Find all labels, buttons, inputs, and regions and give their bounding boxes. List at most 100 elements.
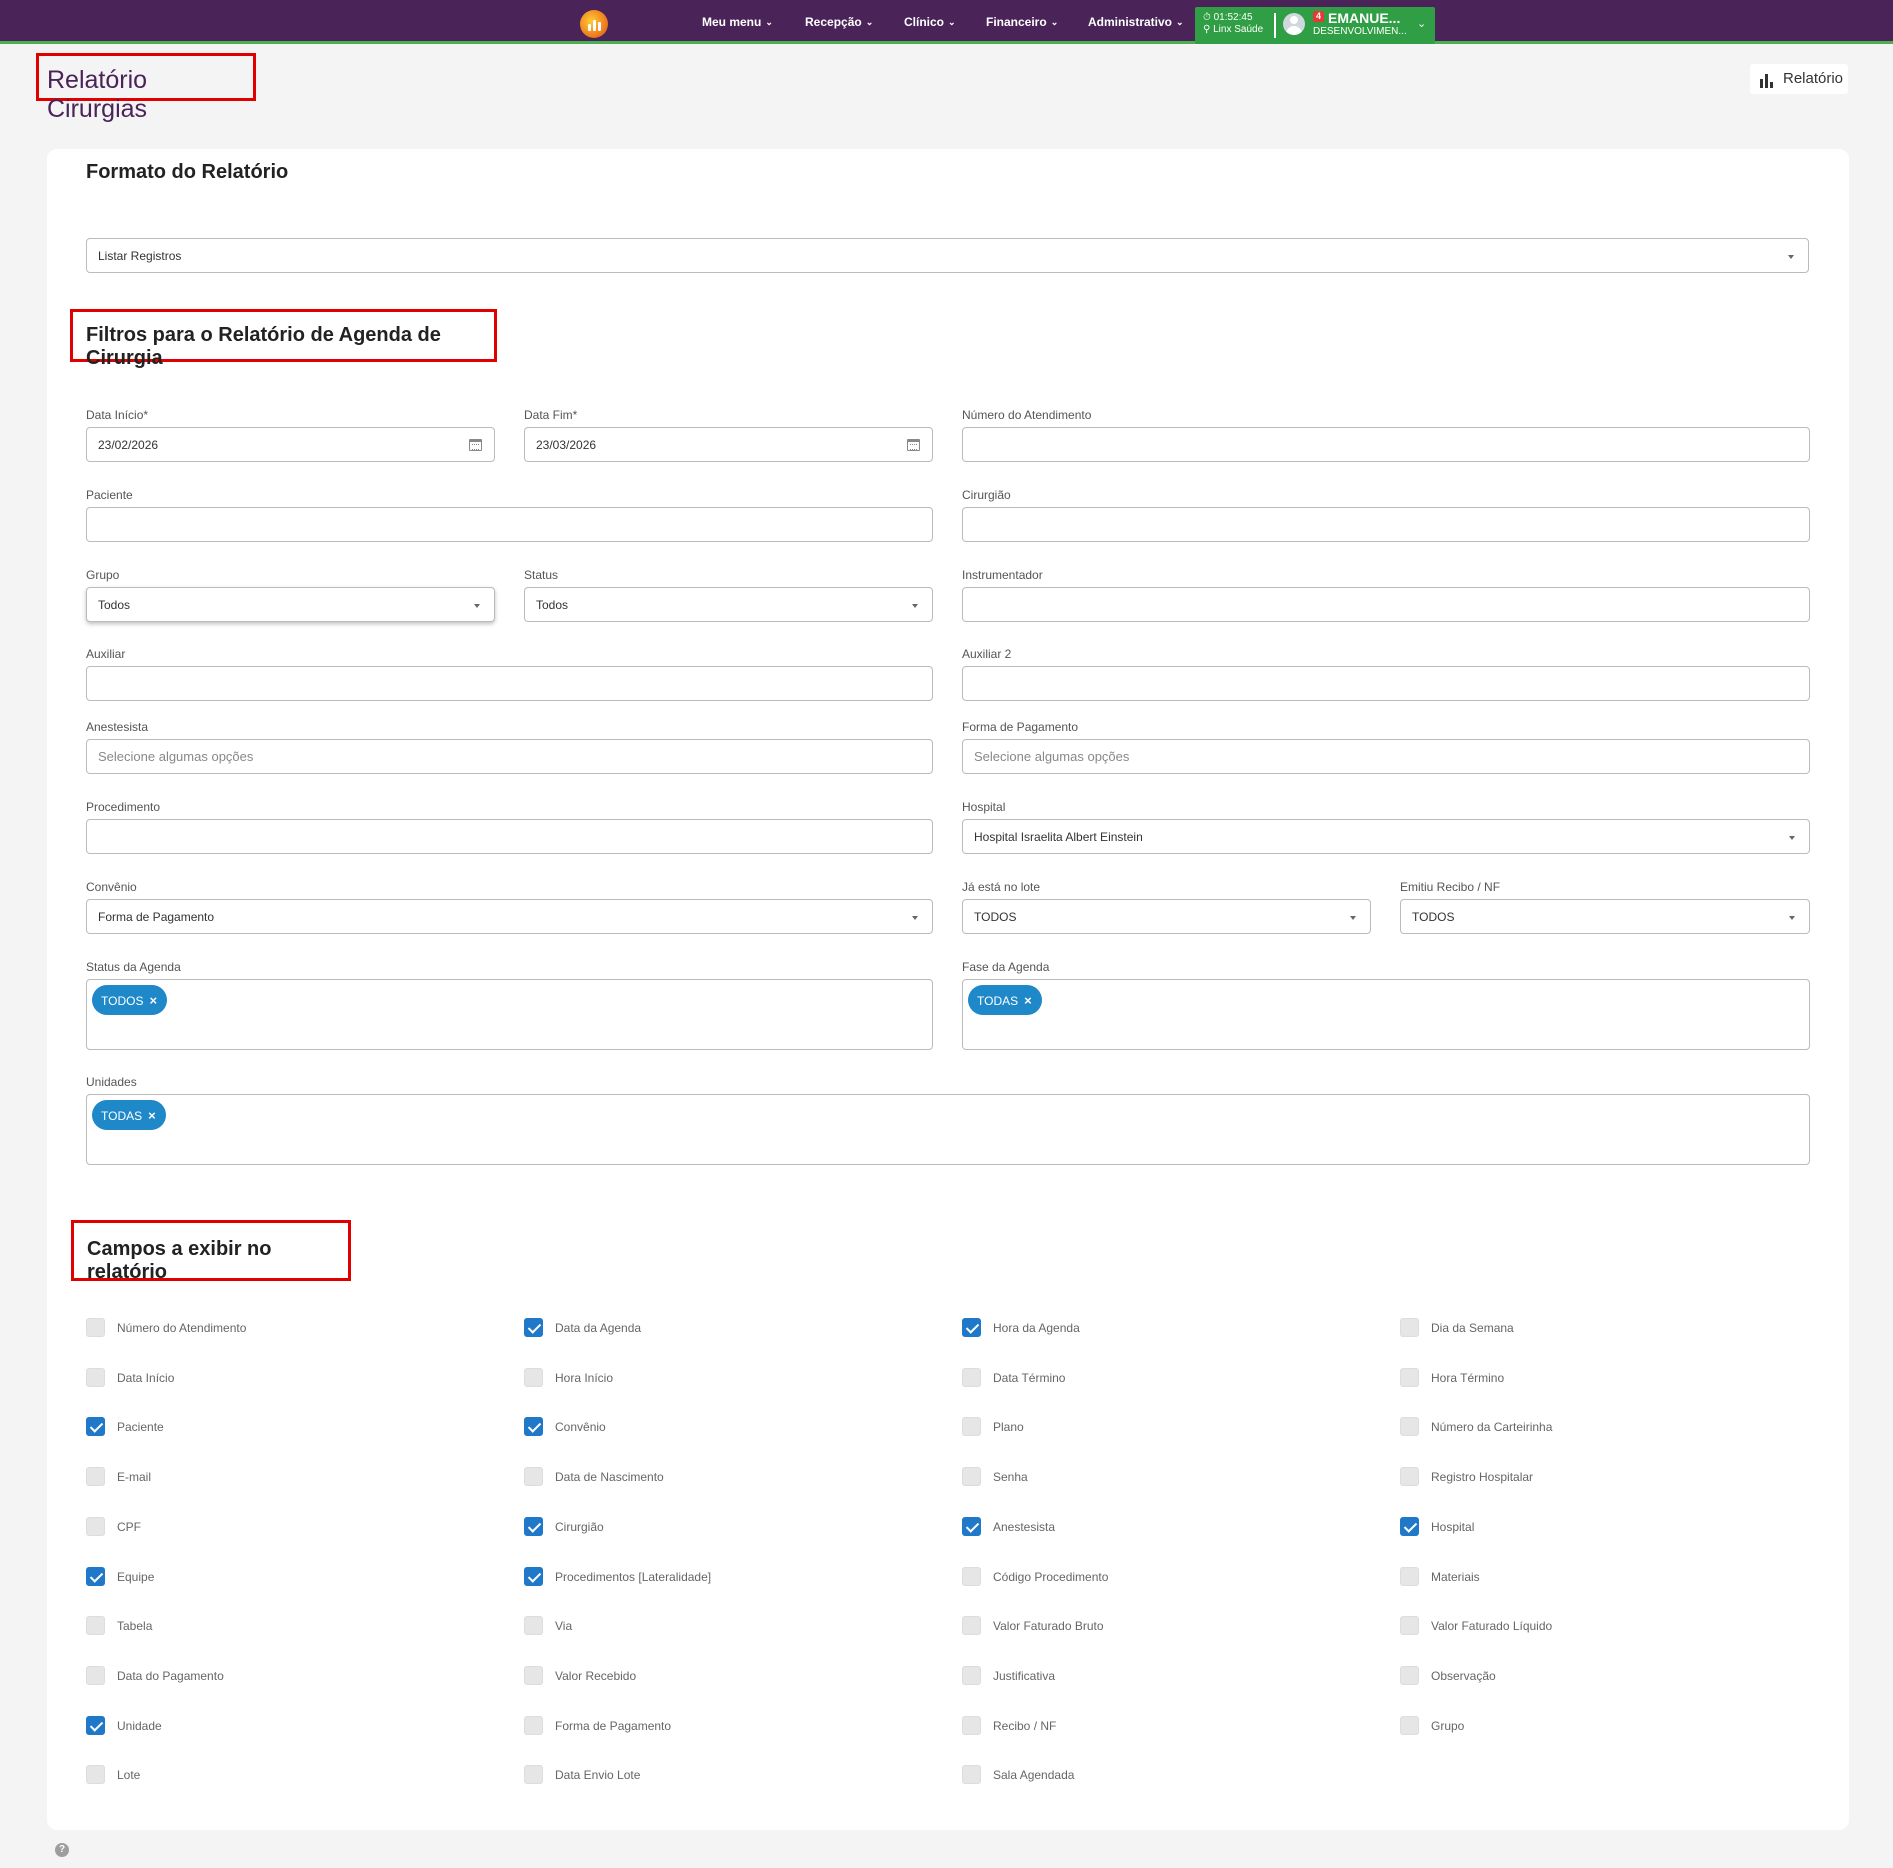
field-checkbox[interactable]: Recibo / NF — [962, 1716, 1056, 1735]
checkbox-unchecked-icon[interactable] — [1400, 1666, 1419, 1685]
calendar-icon[interactable] — [469, 439, 482, 451]
help-icon[interactable]: ? — [55, 1843, 69, 1857]
field-checkbox[interactable]: Número do Atendimento — [86, 1318, 246, 1337]
checkbox-unchecked-icon[interactable] — [962, 1467, 981, 1486]
checkbox-checked-icon[interactable] — [962, 1517, 981, 1536]
cirurgiao-field[interactable] — [962, 507, 1810, 542]
field-checkbox[interactable]: Senha — [962, 1467, 1028, 1486]
checkbox-unchecked-icon[interactable] — [86, 1765, 105, 1784]
checkbox-unchecked-icon[interactable] — [962, 1666, 981, 1685]
field-checkbox[interactable]: Plano — [962, 1417, 1024, 1436]
nav-financeiro[interactable]: Financeiro ⌄ — [986, 15, 1058, 29]
report-button[interactable]: Relatório — [1750, 64, 1848, 94]
checkbox-unchecked-icon[interactable] — [962, 1765, 981, 1784]
user-menu[interactable]: ⏱ 01:52:45 ⚲ Linx Saúde 4 EMANUE... DESE… — [1195, 7, 1435, 44]
field-checkbox[interactable]: Anestesista — [962, 1517, 1055, 1536]
checkbox-unchecked-icon[interactable] — [962, 1417, 981, 1436]
checkbox-unchecked-icon[interactable] — [1400, 1417, 1419, 1436]
remove-tag-icon[interactable]: × — [1024, 993, 1032, 1008]
auxiliar-field[interactable] — [86, 666, 933, 701]
checkbox-checked-icon[interactable] — [524, 1318, 543, 1337]
calendar-icon[interactable] — [907, 439, 920, 451]
checkbox-unchecked-icon[interactable] — [962, 1616, 981, 1635]
remove-tag-icon[interactable]: × — [149, 993, 157, 1008]
field-checkbox[interactable]: Valor Faturado Bruto — [962, 1616, 1104, 1635]
data-inicio-field[interactable]: 23/02/2026 — [86, 427, 495, 462]
status-agenda-multiselect[interactable]: TODOS × — [86, 979, 933, 1050]
checkbox-checked-icon[interactable] — [86, 1417, 105, 1436]
checkbox-unchecked-icon[interactable] — [524, 1716, 543, 1735]
field-checkbox[interactable]: Hora Término — [1400, 1368, 1504, 1387]
checkbox-checked-icon[interactable] — [524, 1417, 543, 1436]
field-checkbox[interactable]: Data Término — [962, 1368, 1065, 1387]
checkbox-unchecked-icon[interactable] — [962, 1368, 981, 1387]
field-checkbox[interactable]: CPF — [86, 1517, 141, 1536]
numero-atendimento-field[interactable] — [962, 427, 1810, 462]
fase-agenda-multiselect[interactable]: TODAS × — [962, 979, 1810, 1050]
field-checkbox[interactable]: Grupo — [1400, 1716, 1464, 1735]
field-checkbox[interactable]: Lote — [86, 1765, 140, 1784]
checkbox-unchecked-icon[interactable] — [524, 1368, 543, 1387]
field-checkbox[interactable]: E-mail — [86, 1467, 151, 1486]
field-checkbox[interactable]: Procedimentos [Lateralidade] — [524, 1567, 711, 1586]
checkbox-unchecked-icon[interactable] — [86, 1616, 105, 1635]
field-checkbox[interactable]: Hora da Agenda — [962, 1318, 1080, 1337]
lote-select[interactable]: TODOS — [962, 899, 1371, 934]
field-checkbox[interactable]: Número da Carteirinha — [1400, 1417, 1552, 1436]
formato-select[interactable]: Listar Registros — [86, 238, 1809, 273]
unidades-multiselect[interactable]: TODAS × — [86, 1094, 1810, 1165]
nav-clinico[interactable]: Clínico ⌄ — [904, 15, 956, 29]
checkbox-unchecked-icon[interactable] — [86, 1666, 105, 1685]
checkbox-unchecked-icon[interactable] — [524, 1765, 543, 1784]
checkbox-unchecked-icon[interactable] — [86, 1318, 105, 1337]
procedimento-field[interactable] — [86, 819, 933, 854]
field-checkbox[interactable]: Data do Pagamento — [86, 1666, 224, 1685]
paciente-field[interactable] — [86, 507, 933, 542]
field-checkbox[interactable]: Via — [524, 1616, 572, 1635]
field-checkbox[interactable]: Observação — [1400, 1666, 1496, 1685]
checkbox-unchecked-icon[interactable] — [962, 1567, 981, 1586]
checkbox-checked-icon[interactable] — [524, 1517, 543, 1536]
field-checkbox[interactable]: Hospital — [1400, 1517, 1474, 1536]
checkbox-checked-icon[interactable] — [524, 1567, 543, 1586]
field-checkbox[interactable]: Convênio — [524, 1417, 606, 1436]
checkbox-unchecked-icon[interactable] — [962, 1716, 981, 1735]
checkbox-unchecked-icon[interactable] — [1400, 1318, 1419, 1337]
nav-recepcao[interactable]: Recepção ⌄ — [805, 15, 873, 29]
checkbox-unchecked-icon[interactable] — [524, 1616, 543, 1635]
hospital-select[interactable]: Hospital Israelita Albert Einstein — [962, 819, 1810, 854]
field-checkbox[interactable]: Data Envio Lote — [524, 1765, 640, 1784]
forma-pagamento-multiselect[interactable]: Selecione algumas opções — [962, 739, 1810, 774]
checkbox-checked-icon[interactable] — [962, 1318, 981, 1337]
recibo-select[interactable]: TODOS — [1400, 899, 1810, 934]
checkbox-unchecked-icon[interactable] — [1400, 1616, 1419, 1635]
auxiliar2-field[interactable] — [962, 666, 1810, 701]
status-select[interactable]: Todos — [524, 587, 933, 622]
checkbox-checked-icon[interactable] — [86, 1567, 105, 1586]
field-checkbox[interactable]: Cirurgião — [524, 1517, 604, 1536]
checkbox-checked-icon[interactable] — [1400, 1517, 1419, 1536]
data-fim-field[interactable]: 23/03/2026 — [524, 427, 933, 462]
field-checkbox[interactable]: Código Procedimento — [962, 1567, 1108, 1586]
checkbox-unchecked-icon[interactable] — [1400, 1467, 1419, 1486]
field-checkbox[interactable]: Materiais — [1400, 1567, 1480, 1586]
field-checkbox[interactable]: Data Início — [86, 1368, 174, 1387]
field-checkbox[interactable]: Valor Recebido — [524, 1666, 636, 1685]
checkbox-unchecked-icon[interactable] — [1400, 1716, 1419, 1735]
anestesista-multiselect[interactable]: Selecione algumas opções — [86, 739, 933, 774]
field-checkbox[interactable]: Data de Nascimento — [524, 1467, 664, 1486]
field-checkbox[interactable]: Registro Hospitalar — [1400, 1467, 1533, 1486]
field-checkbox[interactable]: Forma de Pagamento — [524, 1716, 671, 1735]
nav-administrativo[interactable]: Administrativo ⌄ — [1088, 15, 1184, 29]
field-checkbox[interactable]: Sala Agendada — [962, 1765, 1074, 1784]
checkbox-unchecked-icon[interactable] — [86, 1368, 105, 1387]
notification-badge[interactable]: 4 — [1313, 11, 1324, 22]
avatar[interactable] — [1283, 13, 1305, 35]
field-checkbox[interactable]: Justificativa — [962, 1666, 1055, 1685]
field-checkbox[interactable]: Dia da Semana — [1400, 1318, 1514, 1337]
chevron-down-icon[interactable]: ⌄ — [1417, 17, 1426, 30]
field-checkbox[interactable]: Tabela — [86, 1616, 152, 1635]
field-checkbox[interactable]: Valor Faturado Líquido — [1400, 1616, 1552, 1635]
grupo-select[interactable]: Todos — [86, 587, 495, 622]
instrumentador-field[interactable] — [962, 587, 1810, 622]
